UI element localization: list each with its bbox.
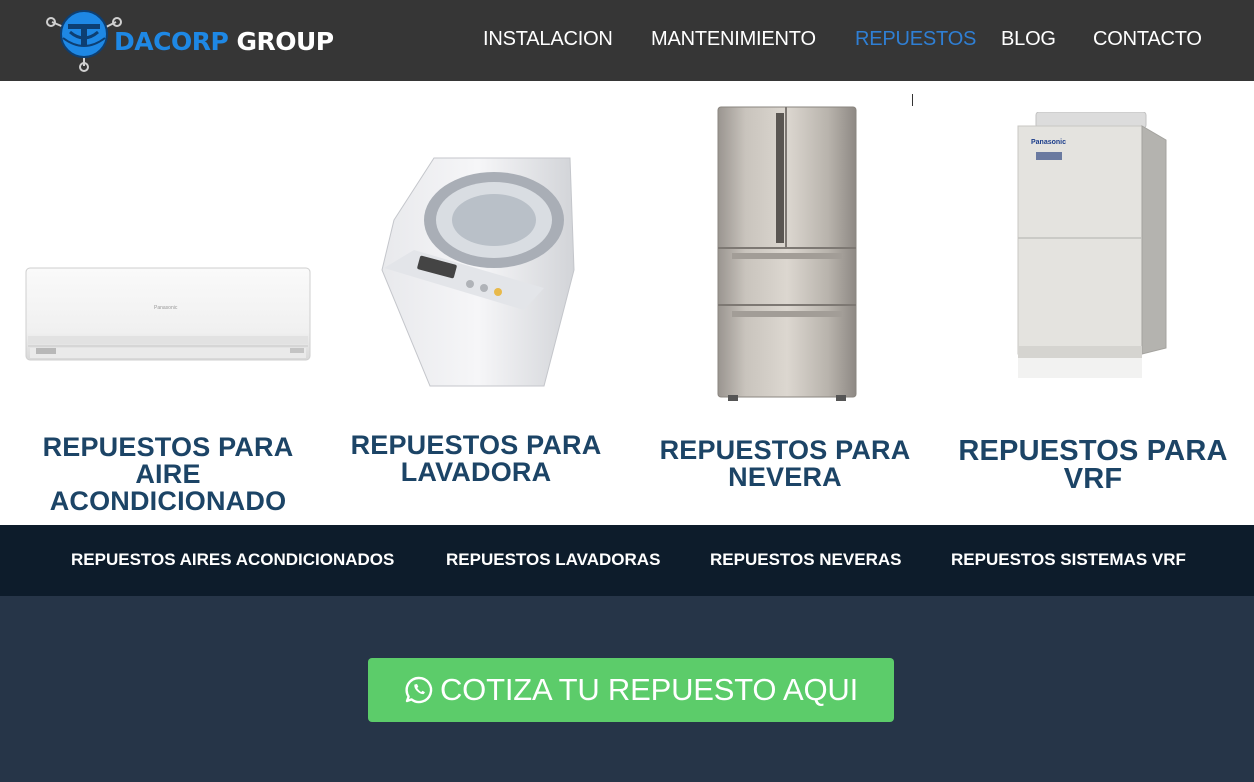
title-line: VRF (1063, 463, 1123, 495)
title-line: NEVERA (728, 462, 842, 492)
nav-contacto[interactable]: CONTACTO (1093, 28, 1202, 51)
product-title-vrf[interactable]: REPUESTOS PARA VRF (943, 435, 1243, 495)
nav-mantenimiento[interactable]: MANTENIMIENTO (651, 28, 816, 51)
quote-button[interactable]: COTIZA TU REPUESTO AQUI (368, 658, 894, 722)
category-subnav: REPUESTOS AIRES ACONDICIONADOS REPUESTOS… (0, 525, 1254, 596)
product-title-air-conditioner[interactable]: REPUESTOS PARA AIRE ACONDICIONADO (18, 434, 318, 515)
title-line: REPUESTOS PARA (958, 435, 1228, 467)
subnav-neveras[interactable]: REPUESTOS NEVERAS (710, 550, 901, 570)
cta-section: COTIZA TU REPUESTO AQUI (0, 596, 1254, 782)
whatsapp-icon (404, 675, 434, 705)
title-line: LAVADORA (400, 457, 552, 487)
product-brand-label: Panasonic (1031, 139, 1067, 146)
title-line: ACONDICIONADO (49, 486, 287, 516)
product-image-vrf-unit[interactable]: Panasonic (1012, 111, 1172, 382)
main-nav: INSTALACION MANTENIMIENTO REPUESTOS BLOG… (0, 28, 1254, 54)
product-brand-label: Panasonic (154, 305, 178, 311)
site-header: DACORP GROUP INSTALACION MANTENIMIENTO R… (0, 0, 1254, 81)
nav-blog[interactable]: BLOG (1001, 28, 1056, 51)
subnav-vrf[interactable]: REPUESTOS SISTEMAS VRF (951, 550, 1186, 570)
product-image-refrigerator[interactable] (712, 103, 862, 403)
product-image-air-conditioner[interactable] (22, 262, 314, 370)
subnav-aires[interactable]: REPUESTOS AIRES ACONDICIONADOS (71, 550, 394, 570)
product-title-fridge[interactable]: REPUESTOS PARA NEVERA (635, 437, 935, 491)
nav-instalacion[interactable]: INSTALACION (483, 28, 613, 51)
title-line: REPUESTOS PARA (42, 432, 294, 462)
title-line: REPUESTOS PARA (659, 435, 911, 465)
nav-repuestos[interactable]: REPUESTOS (855, 28, 976, 51)
title-line: REPUESTOS PARA (350, 430, 602, 460)
quote-button-label: COTIZA TU REPUESTO AQUI (439, 672, 858, 707)
title-line: AIRE (135, 459, 201, 489)
subnav-lavadoras[interactable]: REPUESTOS LAVADORAS (446, 550, 660, 570)
text-cursor (912, 94, 913, 106)
product-title-washer[interactable]: REPUESTOS PARA LAVADORA (326, 432, 626, 486)
product-image-washing-machine[interactable] (374, 150, 582, 394)
